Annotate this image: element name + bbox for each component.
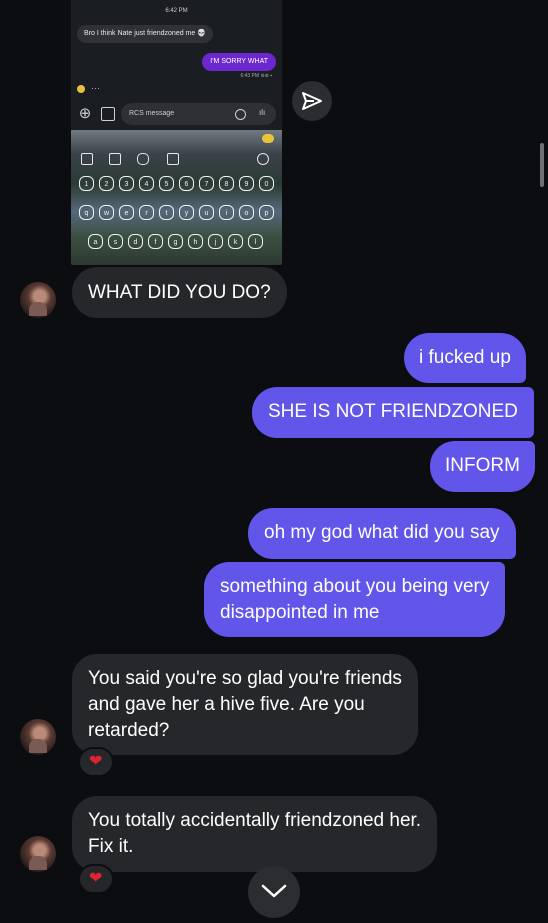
keyboard-key: 6 <box>179 176 194 191</box>
scroll-to-bottom-button[interactable] <box>248 866 300 918</box>
keyboard-tool-icon <box>257 153 269 165</box>
keyboard-key: 7 <box>199 176 214 191</box>
sticker-icon <box>262 134 274 143</box>
share-send-button[interactable] <box>292 81 332 121</box>
message-outgoing[interactable]: INFORM <box>430 441 535 492</box>
screenshot-incoming-message: Bro I think Nate just friendzoned me 💀 <box>77 25 213 43</box>
screenshot-outgoing-message: I'M SORRY WHAT <box>202 53 276 71</box>
smiley-icon <box>77 85 85 93</box>
keyboard-key: f <box>148 234 163 249</box>
screenshot-input-placeholder: RCS message <box>129 110 175 117</box>
keyboard-key: e <box>119 205 134 220</box>
keyboard-key: o <box>239 205 254 220</box>
emoji-icon <box>235 109 246 120</box>
keyboard-key: 9 <box>239 176 254 191</box>
screenshot-time: 6:42 PM <box>165 8 188 14</box>
keyboard-key: p <box>259 205 274 220</box>
keyboard-key: 2 <box>99 176 114 191</box>
keyboard-tool-icon <box>137 153 149 165</box>
keyboard-tool-icon <box>109 153 121 165</box>
keyboard-tool-icon <box>167 153 179 165</box>
keyboard-key: w <box>99 205 114 220</box>
message-text: oh my god what did you say <box>264 522 500 543</box>
avatar[interactable] <box>20 282 56 318</box>
message-text-line: You totally accidentally friendzoned her… <box>88 810 422 831</box>
keyboard-key: k <box>228 234 243 249</box>
keyboard-key: r <box>139 205 154 220</box>
message-text-line: disappointed in me <box>220 602 380 623</box>
reaction-badge[interactable]: ❤ <box>78 747 114 777</box>
message-text-line: something about you being very <box>220 576 490 597</box>
message-text: INFORM <box>445 455 520 476</box>
chevron-down-icon <box>261 884 287 898</box>
message-text-line: You said you're so glad you're friends <box>88 668 402 689</box>
avatar[interactable] <box>20 836 56 872</box>
message-outgoing[interactable]: i fucked up <box>404 333 526 383</box>
keyboard-key: q <box>79 205 94 220</box>
keyboard-key: s <box>108 234 123 249</box>
avatar[interactable] <box>20 719 56 755</box>
plus-icon: ⊕ <box>78 105 92 122</box>
keyboard-key: h <box>188 234 203 249</box>
message-outgoing[interactable]: oh my god what did you say <box>248 508 516 559</box>
keyboard-key: 4 <box>139 176 154 191</box>
keyboard-tool-icon <box>81 153 93 165</box>
keyboard-key: 1 <box>79 176 94 191</box>
message-text: i fucked up <box>419 347 511 368</box>
message-incoming[interactable]: WHAT DID YOU DO? <box>72 267 287 318</box>
keyboard-key: y <box>179 205 194 220</box>
gallery-icon <box>101 107 115 121</box>
message-incoming[interactable]: You totally accidentally friendzoned her… <box>72 796 438 872</box>
keyboard-key: u <box>199 205 214 220</box>
keyboard-key: 8 <box>219 176 234 191</box>
message-incoming[interactable]: You said you're so glad you're friends a… <box>72 654 418 755</box>
keyboard-key: a <box>88 234 103 249</box>
voice-icon: ılı <box>259 108 266 117</box>
typing-indicator: ··· <box>91 83 100 93</box>
scroll-indicator[interactable] <box>540 143 544 187</box>
keyboard-key: j <box>208 234 223 249</box>
screenshot-message-meta: 6:43 PM ⊚⊚ ▪ <box>240 73 272 79</box>
message-outgoing[interactable]: something about you being very disappoin… <box>204 562 506 637</box>
keyboard-key: d <box>128 234 143 249</box>
message-outgoing[interactable]: SHE IS NOT FRIENDZONED <box>252 387 534 438</box>
paper-plane-icon <box>302 92 322 110</box>
message-text: SHE IS NOT FRIENDZONED <box>268 401 518 422</box>
keyboard-key: 0 <box>259 176 274 191</box>
reaction-badge[interactable]: ❤ <box>78 864 114 894</box>
shared-screenshot[interactable]: 6:42 PM Bro I think Nate just friendzone… <box>71 0 282 265</box>
keyboard-key: t <box>159 205 174 220</box>
message-text-line: retarded? <box>88 720 170 741</box>
keyboard-key: 5 <box>159 176 174 191</box>
keyboard-key: l <box>248 234 263 249</box>
heart-icon: ❤ <box>89 870 103 887</box>
message-text: WHAT DID YOU DO? <box>88 282 271 303</box>
message-text-line: Fix it. <box>88 836 134 857</box>
keyboard-key: 3 <box>119 176 134 191</box>
message-text-line: and gave her a hive five. Are you <box>88 694 365 715</box>
heart-icon: ❤ <box>89 753 103 770</box>
keyboard-key: g <box>168 234 183 249</box>
keyboard-key: i <box>219 205 234 220</box>
